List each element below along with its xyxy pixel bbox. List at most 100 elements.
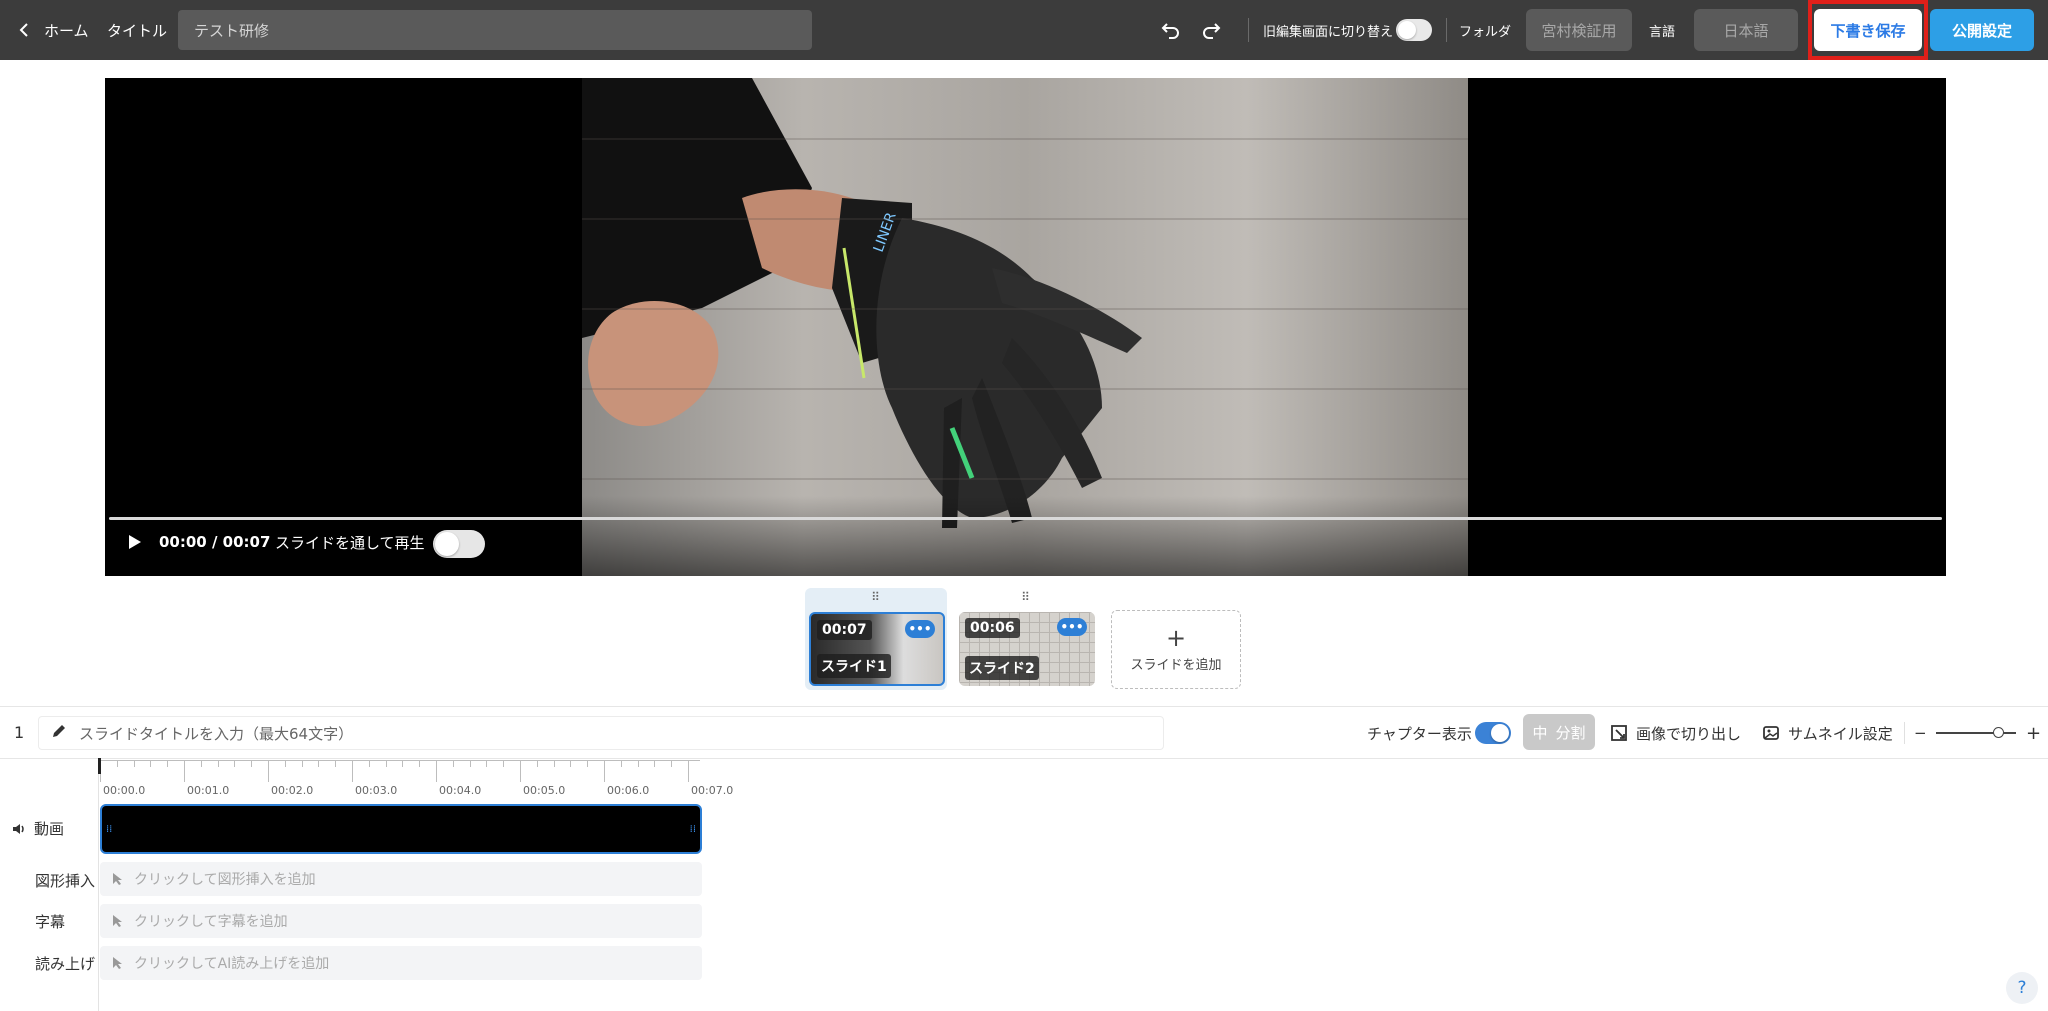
ruler-tick xyxy=(688,760,689,782)
redo-icon[interactable] xyxy=(1196,0,1226,60)
playhead[interactable] xyxy=(98,758,101,774)
timeline-ruler[interactable]: 00:00.0 00:01.0 00:02.0 00:03.0 00:04.0 00:05… xyxy=(100,760,733,800)
cursor-icon xyxy=(113,915,122,927)
ruler-tick-label: 00:02.0 xyxy=(271,784,314,797)
zoom-slider[interactable] xyxy=(1936,732,2016,734)
ruler-tick xyxy=(436,760,437,782)
slide-card[interactable]: ⠿ 00:06 ••• スライド2 xyxy=(955,588,1097,690)
ruler-minor-tick xyxy=(419,760,421,767)
language-select[interactable]: 日本語 xyxy=(1694,9,1798,51)
ruler-minor-tick xyxy=(301,760,303,767)
ruler-minor-tick xyxy=(133,760,135,767)
toggle-knob xyxy=(435,532,459,556)
ruler-tick-label: 00:03.0 xyxy=(355,784,398,797)
cursor-icon xyxy=(113,873,122,885)
thumbnail-settings-label: サムネイル設定 xyxy=(1788,724,1893,743)
add-narration-track[interactable]: クリックしてAI読み上げを追加 xyxy=(100,946,702,980)
cursor-icon xyxy=(113,957,122,969)
zoom-in-button[interactable]: + xyxy=(2026,718,2041,748)
ruler-minor-tick xyxy=(469,760,471,767)
slide-title-input[interactable]: スライドタイトルを入力（最大64文字） xyxy=(38,716,1164,750)
add-slide-button[interactable]: + スライドを追加 xyxy=(1111,610,1241,689)
slide-card[interactable]: ⠿ 00:07 ••• スライド1 xyxy=(805,588,947,690)
toggle-knob xyxy=(1491,724,1509,742)
ruler-tick-label: 00:07.0 xyxy=(691,784,734,797)
legacy-editor-toggle[interactable] xyxy=(1396,19,1432,41)
crop-image-button[interactable]: 画像で切り出し xyxy=(1610,718,1741,748)
drag-handle-icon[interactable]: ⠿ xyxy=(805,590,947,604)
slide-thumbnail[interactable]: 00:07 ••• スライド1 xyxy=(809,612,945,686)
play-icon[interactable] xyxy=(123,530,147,554)
home-link[interactable]: ホーム xyxy=(44,0,89,60)
slide-thumbnail[interactable]: 00:06 ••• スライド2 xyxy=(959,612,1095,686)
ruler-minor-tick xyxy=(503,760,505,767)
ruler-minor-tick xyxy=(284,760,286,767)
clip-end-handle[interactable]: ⁞⁞ xyxy=(690,824,696,835)
split-icon: 中 xyxy=(1532,723,1548,742)
more-icon[interactable]: ••• xyxy=(905,620,935,638)
ruler-minor-tick xyxy=(318,760,320,767)
slide-number: 1 xyxy=(14,722,25,742)
ruler-minor-tick xyxy=(570,760,572,767)
ruler-tick-label: 00:05.0 xyxy=(523,784,566,797)
chapter-toggle[interactable] xyxy=(1475,722,1511,744)
ruler-minor-tick xyxy=(486,760,488,767)
play-through-label: スライドを通して再生 xyxy=(275,533,425,552)
ruler-minor-tick xyxy=(116,760,118,767)
folder-label: フォルダ xyxy=(1459,24,1512,40)
title-label: タイトル xyxy=(107,21,168,40)
zoom-slider-knob[interactable] xyxy=(1993,727,2004,738)
speaker-icon[interactable] xyxy=(12,822,26,836)
ruler-minor-tick xyxy=(200,760,202,767)
title-input[interactable]: テスト研修 xyxy=(178,10,812,50)
more-icon[interactable]: ••• xyxy=(1057,618,1087,636)
ruler-minor-tick xyxy=(251,760,253,767)
add-subtitle-track[interactable]: クリックして字幕を追加 xyxy=(100,904,702,938)
publish-settings-button[interactable]: 公開設定 xyxy=(1930,9,2034,51)
ruler-minor-tick xyxy=(536,760,538,767)
split-label: 分割 xyxy=(1555,723,1586,742)
ruler-minor-tick xyxy=(167,760,169,767)
slide-label: スライド2 xyxy=(965,656,1039,680)
ruler-minor-tick xyxy=(620,760,622,767)
chevron-left-icon[interactable] xyxy=(18,0,30,60)
video-player[interactable]: LINER 00:00 / 00:07 スライドを通して再生 xyxy=(105,78,1946,576)
undo-icon[interactable] xyxy=(1156,0,1186,60)
add-slide-label: スライドを追加 xyxy=(1130,658,1222,673)
play-through-toggle[interactable] xyxy=(433,530,485,558)
progress-bar[interactable] xyxy=(109,517,1942,520)
crop-image-label: 画像で切り出し xyxy=(1636,724,1742,743)
ruler-tick xyxy=(352,760,353,782)
ruler-minor-tick xyxy=(385,760,387,767)
image-icon xyxy=(1763,726,1779,740)
ruler-tick xyxy=(184,760,185,782)
ruler-tick-label: 00:04.0 xyxy=(439,784,482,797)
slide-label: スライド1 xyxy=(817,654,891,678)
zoom-out-button[interactable]: − xyxy=(1914,718,1927,748)
ruler-minor-tick xyxy=(217,760,219,767)
language-label: 言語 xyxy=(1649,24,1676,40)
ruler-tick xyxy=(268,760,269,782)
top-bar: ホーム タイトル テスト研修 旧編集画面に切り替え フォルダ 宮村検証用 言語 … xyxy=(0,0,2048,60)
video-track-label: 動画 xyxy=(12,818,64,839)
clip-start-handle[interactable]: ⁞⁞ xyxy=(106,824,112,835)
pencil-icon xyxy=(51,723,67,743)
ruler-minor-tick xyxy=(637,760,639,767)
ruler-minor-tick xyxy=(234,760,236,767)
help-button[interactable]: ? xyxy=(2006,972,2038,1004)
ruler-minor-tick xyxy=(452,760,454,767)
video-clip[interactable]: ⁞⁞ ⁞⁞ xyxy=(100,804,702,854)
ruler-tick-label: 00:00.0 xyxy=(103,784,146,797)
slide-duration: 00:07 xyxy=(817,620,872,640)
add-shape-track[interactable]: クリックして図形挿入を追加 xyxy=(100,862,702,896)
divider xyxy=(1248,18,1249,42)
video-track-name: 動画 xyxy=(34,820,65,838)
plus-icon: + xyxy=(1165,624,1187,652)
thumbnail-settings-button[interactable]: サムネイル設定 xyxy=(1762,718,1893,748)
folder-select[interactable]: 宮村検証用 xyxy=(1526,9,1632,51)
drag-handle-icon[interactable]: ⠿ xyxy=(955,590,1097,604)
time-display: 00:00 / 00:07 xyxy=(159,533,271,551)
add-subtitle-placeholder: クリックして字幕を追加 xyxy=(134,914,288,930)
split-button[interactable]: 中 分割 xyxy=(1523,714,1595,750)
divider xyxy=(0,758,2048,759)
